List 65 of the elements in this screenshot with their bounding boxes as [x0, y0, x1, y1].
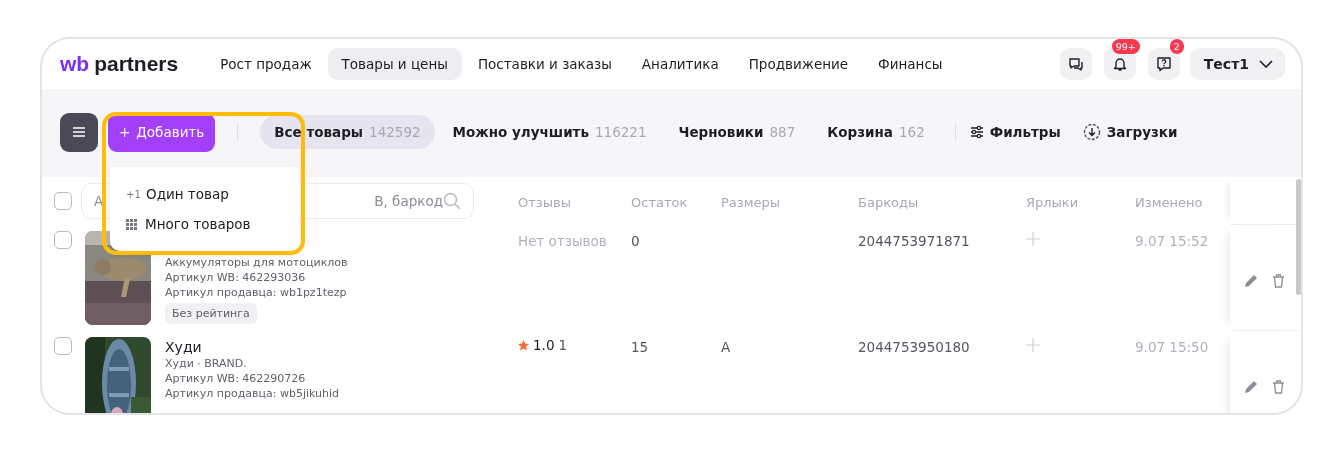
menu-item[interactable]: +1 Один товар	[126, 186, 300, 202]
rating-tag: Без рейтинга	[165, 303, 257, 324]
rating-score: 1.0	[533, 337, 555, 353]
downloads-button[interactable]: Загрузки	[1082, 123, 1178, 141]
row-checkbox[interactable]	[54, 337, 72, 355]
column-header: Ярлыки	[1026, 194, 1079, 210]
star-icon	[518, 339, 529, 351]
select-all-checkbox[interactable]	[54, 192, 72, 210]
product-detail: Аккумуляторы для мотоциклов	[165, 256, 348, 269]
notification-badge: 2	[1169, 39, 1184, 54]
filter-tab[interactable]: Черновики 887	[664, 115, 810, 149]
product-detail: Артикул продавца: wb5jikuhid	[165, 387, 339, 400]
pencil-icon[interactable]	[1244, 273, 1258, 288]
menu-button[interactable]	[60, 112, 98, 152]
logo-mark: wb	[60, 52, 90, 76]
review-count: 1	[558, 337, 568, 353]
product-detail: Артикул WB: 462290726	[165, 372, 307, 385]
help-button[interactable]	[1147, 48, 1180, 80]
product-title[interactable]: Худи	[165, 339, 339, 355]
filter-tab[interactable]: Все товары 142592	[260, 115, 435, 149]
menu-item[interactable]: Много товаров	[126, 216, 300, 232]
help-icon	[1155, 56, 1172, 72]
table-cell: 2044753971871	[858, 233, 970, 249]
trash-icon[interactable]	[1272, 379, 1285, 394]
trash-icon[interactable]	[1272, 273, 1285, 288]
nav-link[interactable]: Рост продаж	[206, 48, 326, 80]
nav-link[interactable]: Товары и цены	[327, 48, 462, 80]
product-detail: Артикул продавца: wb1pz1tezp	[165, 286, 348, 299]
menu-icon	[73, 127, 85, 137]
product-detail: Худи · BRAND.	[165, 357, 248, 370]
reviews-text: Нет отзывов	[518, 233, 607, 249]
filters-button[interactable]: Фильтры	[969, 124, 1061, 140]
nav-link[interactable]: Аналитика	[627, 48, 733, 80]
chat-icon	[1067, 56, 1084, 72]
column-header: Изменено	[1135, 194, 1203, 210]
nav-link[interactable]: Поставки и заказы	[463, 48, 626, 80]
pencil-icon[interactable]	[1244, 379, 1258, 394]
table-cell: 0	[631, 233, 640, 249]
download-icon	[1082, 123, 1101, 141]
chevron-down-icon	[1259, 60, 1273, 68]
table-cell: 15	[631, 339, 649, 355]
column-header: Отзывы	[518, 194, 571, 210]
product-detail: Артикул WB: 462293036	[165, 271, 307, 284]
logo-text: partners	[94, 52, 179, 76]
filter-tab[interactable]: Корзина 162	[813, 115, 939, 149]
changed-date: 9.07 15:52	[1135, 233, 1209, 249]
column-header: Остаток	[631, 194, 688, 210]
nav-link[interactable]: Финансы	[864, 48, 957, 80]
table-cell: 2044753950180	[858, 339, 970, 355]
filter-tab[interactable]: Можно улучшить 116221	[438, 115, 661, 149]
user-menu-button[interactable]: Тест1	[1189, 48, 1285, 80]
grid-icon	[126, 218, 137, 230]
sliders-icon	[969, 125, 984, 139]
nav-link[interactable]: Продвижение	[734, 48, 863, 80]
table-cell: A	[721, 339, 731, 355]
user-name: Тест1	[1203, 56, 1249, 72]
changed-date: 9.07 15:50	[1135, 339, 1209, 355]
search-icon	[443, 192, 461, 210]
chat-button[interactable]	[1059, 48, 1092, 80]
scrollbar-thumb[interactable]	[1296, 179, 1301, 295]
column-header: Баркоды	[858, 194, 919, 210]
column-header: Размеры	[721, 194, 781, 210]
bell-icon	[1111, 56, 1128, 72]
row-checkbox[interactable]	[54, 231, 72, 249]
notification-badge: 99+	[1111, 39, 1140, 54]
